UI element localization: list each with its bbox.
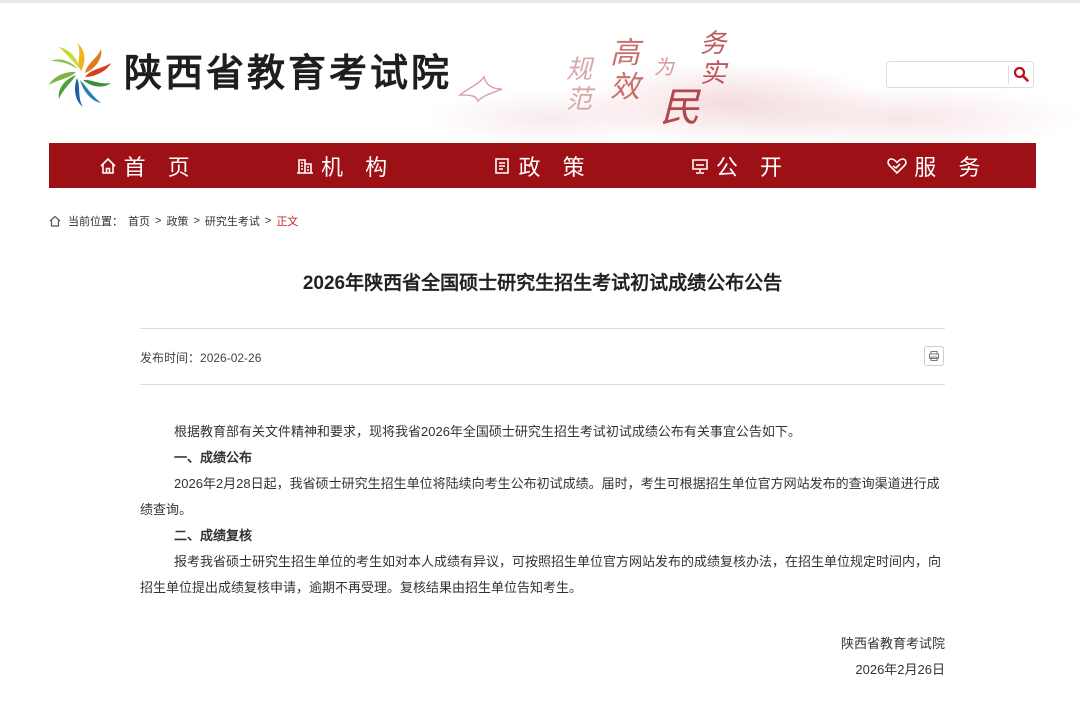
home-icon (100, 157, 116, 174)
slogan-text: 民 (660, 85, 700, 131)
intro-paragraph: 根据教育部有关文件精神和要求，现将我省2026年全国硕士研究生招生考试初试成绩公… (174, 424, 801, 439)
nav-item-public[interactable]: 公 开 (641, 143, 838, 188)
home-icon (49, 215, 61, 227)
nav-item-institution[interactable]: 机 构 (246, 143, 443, 188)
breadcrumb-separator: > (264, 215, 272, 227)
logo-icon[interactable] (48, 39, 114, 111)
slogan-text: 规范 (566, 55, 593, 115)
divider (140, 328, 945, 329)
nav-label: 服 务 (914, 154, 989, 180)
crane-decoration-icon (457, 75, 503, 103)
nav-label: 公 开 (715, 154, 790, 180)
publish-label: 发布时间： (140, 351, 201, 365)
printer-icon (929, 351, 939, 361)
breadcrumb-home[interactable]: 首页 (128, 213, 150, 229)
monitor-icon (692, 158, 708, 174)
section-heading: 二、成绩复核 (174, 528, 253, 543)
signature-org: 陕西省教育考试院 (840, 636, 945, 651)
section-heading: 一、成绩公布 (174, 450, 253, 465)
site-name[interactable]: 陕西省教育考试院 (124, 49, 452, 97)
nav-item-home[interactable]: 首 页 (49, 143, 246, 188)
publish-meta: 发布时间：2026-02-26 (140, 349, 261, 366)
heart-hand-icon (887, 157, 907, 174)
main-nav: 首 页 机 构 政 策 公 开 服 务 (49, 143, 1036, 188)
search-divider (1008, 65, 1009, 84)
signature-date: 2026年2月26日 (855, 662, 945, 677)
nav-item-policy[interactable]: 政 策 (444, 143, 641, 188)
search-icon[interactable] (1011, 64, 1032, 85)
publish-date: 2026-02-26 (200, 351, 262, 365)
article-body: 根据教育部有关文件精神和要求，现将我省2026年全国硕士研究生招生考试初试成绩公… (140, 419, 945, 601)
nav-label: 政 策 (518, 154, 593, 180)
breadcrumb-prefix: 当前位置： (68, 216, 123, 228)
slogan-text: 务实 (700, 29, 727, 89)
article-title: 2026年陕西省全国硕士研究生招生考试初试成绩公布公告 (302, 273, 783, 294)
nav-label: 机 构 (321, 154, 396, 180)
breadcrumb: 当前位置： 首页 > 政策 > 研究生考试 > 正文 (48, 213, 303, 229)
nav-label: 首 页 (123, 154, 198, 180)
divider (140, 384, 945, 385)
print-button[interactable] (924, 346, 944, 366)
policy-icon (495, 157, 510, 174)
breadcrumb-separator: > (155, 215, 162, 227)
breadcrumb-graduate-exam[interactable]: 研究生考试 (205, 213, 260, 229)
breadcrumb-separator: > (193, 215, 200, 227)
site-header: 陕西省教育考试院 规范 高效 为 民 务实 (0, 3, 1080, 143)
section-paragraph: 2026年2月28日起，我省硕士研究生招生单位将陆续向考生公布初试成绩。届时，考… (140, 476, 940, 517)
breadcrumb-policy[interactable]: 政策 (166, 213, 188, 229)
breadcrumb-current: 正文 (276, 216, 299, 228)
building-icon (297, 158, 314, 174)
search-input[interactable] (891, 65, 1007, 86)
search-box (886, 61, 1034, 88)
nav-item-service[interactable]: 服 务 (839, 143, 1036, 188)
slogan-text: 高效 (610, 36, 640, 105)
section-paragraph: 报考我省硕士研究生招生单位的考生如对本人成绩有异议，可按照招生单位官方网站发布的… (140, 554, 942, 595)
